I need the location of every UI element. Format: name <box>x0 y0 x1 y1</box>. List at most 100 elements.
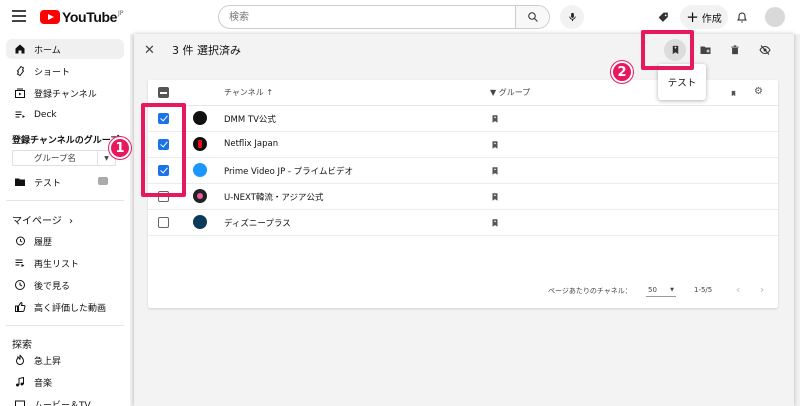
channel-avatar-icon <box>193 189 207 203</box>
menu-icon[interactable] <box>12 10 26 22</box>
group-section-header: 登録チャンネルのグループ <box>12 136 120 146</box>
top-bar: YouTube JP + 作成 <box>0 0 800 34</box>
per-page-value: 50 <box>648 285 657 294</box>
sidebar-item-history[interactable]: 履歴 <box>6 231 124 251</box>
table-row[interactable]: DMM TV公式 <box>148 106 778 132</box>
sidebar-item-deck[interactable]: Deck <box>6 105 124 125</box>
bell-icon <box>737 11 747 22</box>
deck-icon <box>6 109 34 121</box>
notifications-button[interactable] <box>733 8 751 26</box>
search-input[interactable] <box>219 6 519 28</box>
table-row[interactable]: Prime Video JP - プライムビデオ <box>148 158 778 184</box>
like-icon <box>6 301 34 313</box>
mic-icon <box>568 12 576 22</box>
group-name-label: グループ名 <box>34 154 76 164</box>
step-badge-2: 2 <box>611 61 633 83</box>
per-page-label: ページあたりのチャネル： <box>548 287 632 295</box>
sidebar-item-label: 高く評価した動画 <box>34 303 107 314</box>
voice-search-button[interactable] <box>560 5 584 29</box>
sidebar-item-liked[interactable]: 高く評価した動画 <box>6 297 124 317</box>
channel-table: チャンネル ↑ ▼ グループ ⚙ DMM TV公式 Netflix Japan <box>148 80 778 308</box>
channel-name[interactable]: Netflix Japan <box>224 139 278 149</box>
channel-avatar-icon <box>193 111 207 125</box>
bookmark-icon[interactable] <box>490 191 500 203</box>
divider <box>6 325 124 326</box>
playlist-icon <box>6 257 34 269</box>
chevron-right-icon: › <box>69 216 73 227</box>
table-row[interactable]: Netflix Japan <box>148 132 778 158</box>
bookmark-column-icon <box>730 88 737 97</box>
plus-icon: + <box>686 7 699 26</box>
folder-add-icon <box>700 46 710 54</box>
folder-icon <box>6 176 34 188</box>
movie-icon <box>6 398 34 406</box>
channel-name[interactable]: DMM TV公式 <box>224 113 276 125</box>
filter-icon: ▼ <box>490 88 499 97</box>
column-group-label: グループ <box>498 88 531 97</box>
youtube-play-icon <box>40 10 60 24</box>
sidebar-item-watch-later[interactable]: 後で見る <box>6 275 124 295</box>
sidebar-item-trending[interactable]: 急上昇 <box>6 350 124 370</box>
column-group[interactable]: ▼ グループ <box>490 87 530 98</box>
bookmark-icon[interactable] <box>490 113 500 125</box>
channel-avatar-icon <box>193 163 207 177</box>
sidebar-item-label: 急上昇 <box>34 356 62 367</box>
trash-icon <box>731 45 739 55</box>
channel-name[interactable]: ディズニープラス <box>224 217 291 229</box>
table-row[interactable]: ディズニープラス <box>148 210 778 236</box>
sidebar-item-label: 登録チャンネル <box>34 89 97 100</box>
next-page-icon[interactable]: › <box>760 283 764 296</box>
hide-button[interactable] <box>754 39 776 61</box>
create-label: 作成 <box>701 13 722 25</box>
explore-header: 探索 <box>12 340 32 351</box>
video-icon <box>98 177 108 185</box>
search-box <box>218 5 550 29</box>
chevron-down-icon: ▼ <box>670 286 674 293</box>
eye-off-icon <box>759 45 771 55</box>
sidebar-item-group-test[interactable]: テスト <box>6 172 124 192</box>
premium-tag-button[interactable] <box>654 8 672 26</box>
sidebar-item-movies[interactable]: ムービー＆TV <box>6 394 124 406</box>
sidebar-item-playlists[interactable]: 再生リスト <box>6 253 124 273</box>
table-row[interactable]: U-NEXT韓流・アジア公式 <box>148 184 778 210</box>
selection-toolbar: ✕ 3 件 選択済み <box>134 34 794 66</box>
channel-name[interactable]: U-NEXT韓流・アジア公式 <box>224 191 324 203</box>
page-range: 1-5/5 <box>694 286 713 294</box>
bookmark-icon[interactable] <box>490 139 500 151</box>
channel-avatar-icon <box>193 137 207 151</box>
bookmark-icon[interactable] <box>490 165 500 177</box>
column-channel[interactable]: チャンネル ↑ <box>224 87 273 98</box>
per-page-select[interactable]: 50 ▼ <box>646 283 676 297</box>
highlight-box-1 <box>141 103 186 197</box>
sidebar-item-label: 履歴 <box>34 237 53 248</box>
row-checkbox[interactable] <box>158 217 169 228</box>
sidebar-item-label: ホーム <box>34 45 61 56</box>
search-icon <box>527 12 538 22</box>
youtube-logo[interactable]: YouTube JP <box>40 9 123 25</box>
avatar[interactable] <box>765 7 785 27</box>
group-name-dropdown[interactable]: グループ名 ▼ <box>12 150 116 166</box>
channel-avatar-icon <box>193 215 207 229</box>
close-selection-icon[interactable]: ✕ <box>144 43 155 58</box>
watch-later-icon <box>6 279 34 291</box>
shorts-icon <box>6 65 34 77</box>
create-button[interactable]: + 作成 <box>680 5 728 29</box>
sidebar-item-shorts[interactable]: ショート <box>6 61 124 81</box>
delete-button[interactable] <box>724 39 746 61</box>
settings-gear-icon[interactable]: ⚙ <box>754 86 763 97</box>
bookmark-icon[interactable] <box>490 217 500 229</box>
sidebar-item-music[interactable]: 音楽 <box>6 372 124 392</box>
sidebar-item-home[interactable]: ホーム <box>6 39 124 59</box>
home-icon <box>6 43 34 55</box>
column-channel-label: チャンネル <box>224 88 264 97</box>
prev-page-icon[interactable]: ‹ <box>736 283 740 296</box>
search-button[interactable] <box>515 6 549 28</box>
sidebar-item-subscriptions[interactable]: 登録チャンネル <box>6 83 124 103</box>
sidebar-item-label: テスト <box>34 178 62 189</box>
divider <box>6 200 124 201</box>
new-folder-button[interactable] <box>694 39 716 61</box>
mypage-header[interactable]: マイページ › <box>12 212 73 227</box>
sidebar-item-label: 再生リスト <box>34 259 80 270</box>
channel-name[interactable]: Prime Video JP - プライムビデオ <box>224 165 353 177</box>
select-all-checkbox[interactable] <box>158 87 169 98</box>
